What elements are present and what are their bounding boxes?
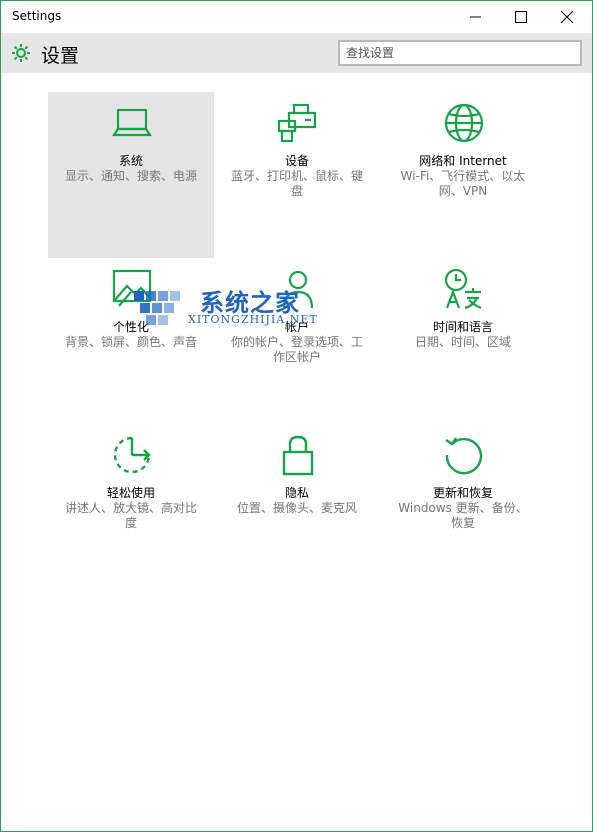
maximize-icon xyxy=(515,11,527,23)
search-input[interactable] xyxy=(346,44,571,62)
search-box[interactable] xyxy=(338,40,582,66)
tile-description: 蓝牙、打印机、鼠标、键盘 xyxy=(230,169,363,198)
tile-description: 日期、时间、区域 xyxy=(414,335,511,349)
tile-description: 显示、通知、搜索、电源 xyxy=(64,169,197,183)
time-language-icon xyxy=(444,268,482,310)
devices-icon xyxy=(277,103,317,143)
tile-description: 讲述人、放大镜、高对比度 xyxy=(64,501,197,530)
globe-icon xyxy=(444,103,484,143)
minimize-button[interactable] xyxy=(453,1,499,33)
settings-window: Settings 设置 查找设置 系统 显示、通知、搜索、电源 设备 蓝牙、打印… xyxy=(0,0,593,832)
tile-name: 隐私 xyxy=(284,486,309,500)
ease-of-access-icon xyxy=(113,436,151,474)
tile-update-recovery[interactable]: 更新和恢复 Windows 更新、备份、恢复 xyxy=(380,424,546,590)
tile-devices[interactable]: 设备 蓝牙、打印机、鼠标、键盘 xyxy=(214,92,380,258)
minimize-icon xyxy=(470,16,481,18)
gear-icon xyxy=(12,44,30,62)
tile-ease-of-access[interactable]: 轻松使用 讲述人、放大镜、高对比度 xyxy=(48,424,214,590)
tile-description: Windows 更新、备份、恢复 xyxy=(398,501,528,530)
tile-name: 系统 xyxy=(118,154,143,168)
watermark-emblem-icon xyxy=(134,291,180,325)
window-title: Settings xyxy=(12,9,62,23)
tile-name: 更新和恢复 xyxy=(432,486,493,500)
tile-name: 设备 xyxy=(284,154,309,168)
tile-time-language[interactable]: 时间和语言 日期、时间、区域 xyxy=(380,258,546,424)
watermark-subtitle: XITONGZHIJIA.NET xyxy=(188,313,318,326)
tile-description: Wi-Fi、飞行模式、以太网、VPN xyxy=(400,169,526,198)
tile-name: 时间和语言 xyxy=(432,320,493,334)
tile-privacy[interactable]: 隐私 位置、摄像头、麦克风 xyxy=(214,424,380,590)
laptop-icon xyxy=(111,108,153,137)
tile-description: 位置、摄像头、麦克风 xyxy=(236,501,357,515)
watermark-logo: 系统之家 XITONGZHIJIA.NET xyxy=(116,271,326,351)
tile-name: 轻松使用 xyxy=(106,486,155,500)
page-title: 设置 xyxy=(41,45,80,67)
lock-icon xyxy=(282,435,314,476)
maximize-button[interactable] xyxy=(498,1,544,33)
settings-header: 设置 xyxy=(1,33,592,73)
update-icon xyxy=(445,437,483,475)
close-icon xyxy=(561,11,573,23)
close-button[interactable] xyxy=(544,1,590,33)
tile-network[interactable]: 网络和 Internet Wi-Fi、飞行模式、以太网、VPN xyxy=(380,92,546,258)
tile-system[interactable]: 系统 显示、通知、搜索、电源 xyxy=(48,92,214,258)
tile-name: 网络和 Internet xyxy=(419,154,507,168)
title-bar[interactable]: Settings xyxy=(1,1,592,33)
